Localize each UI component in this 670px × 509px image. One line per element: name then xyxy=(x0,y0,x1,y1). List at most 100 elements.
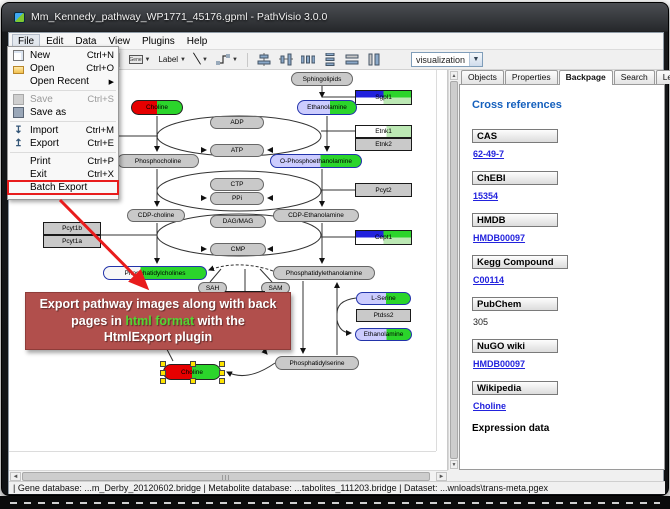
canvas-horizontal-scrollbar[interactable]: ◄ ► xyxy=(9,470,448,481)
node-phosphatidylserine[interactable]: Phosphatidylserine xyxy=(275,356,359,370)
xref-id-link[interactable]: HMDB00097 xyxy=(473,359,664,369)
xref-database-name: Kegg Compound xyxy=(472,255,568,269)
file-menu-item-save-as[interactable]: Save as xyxy=(8,106,118,119)
file-menu-item-print[interactable]: PrintCtrl+P xyxy=(8,155,118,168)
menu-item-shortcut: Ctrl+X xyxy=(87,169,114,180)
chevron-down-icon[interactable]: ▼ xyxy=(202,57,208,63)
gene-box-etnk1[interactable]: Etnk1 xyxy=(355,125,412,138)
file-menu-item-export[interactable]: ↥ExportCtrl+E xyxy=(8,137,118,150)
selection-handle[interactable] xyxy=(190,378,196,384)
selection-handle[interactable] xyxy=(190,361,196,367)
open-icon xyxy=(11,63,26,74)
node-label: L-Serine xyxy=(371,295,396,302)
node-choline-selected[interactable]: Choline xyxy=(163,364,221,380)
line-icon: ╲ xyxy=(193,54,200,65)
node-label: Pcyt2 xyxy=(375,187,391,194)
visualization-value: visualization xyxy=(416,55,465,65)
open-folder-icon xyxy=(13,66,24,74)
xref-section-hmdb: HMDBHMDB00097 xyxy=(472,213,664,243)
gene-box-pcyt1a[interactable]: Pcyt1a xyxy=(43,235,101,248)
node-sphingolipids[interactable]: Sphingolipids xyxy=(291,72,353,86)
vertical-scroll-thumb[interactable] xyxy=(450,81,458,459)
menu-separator xyxy=(10,152,116,153)
line-tool-button[interactable]: ╲▼ xyxy=(191,51,211,68)
align-center-horizontal-button[interactable] xyxy=(254,51,274,68)
xref-id-link[interactable]: HMDB00097 xyxy=(473,233,664,243)
node-ethanolamine-top[interactable]: Ethanolamine xyxy=(297,100,357,115)
selection-handle[interactable] xyxy=(219,378,225,384)
xref-id-link[interactable]: C00114 xyxy=(473,275,664,285)
title-bar[interactable]: Mm_Kennedy_pathway_WP1771_45176.gpml - P… xyxy=(2,3,668,31)
gene-box-cept1[interactable]: Cept1 xyxy=(355,230,412,245)
xref-id-link[interactable]: 62-49-7 xyxy=(473,149,664,159)
match-height-button[interactable] xyxy=(364,51,384,68)
node-phosphatidylethanolamine[interactable]: Phosphatidylethanolamine xyxy=(273,266,375,280)
label-tool-button[interactable]: Label▼ xyxy=(155,51,189,68)
node-dag-mag[interactable]: DAG/MAG xyxy=(210,215,266,228)
node-o-phosphoethanolamine[interactable]: O-Phosphoethanolamine xyxy=(270,154,362,168)
file-menu-item-new[interactable]: NewCtrl+N xyxy=(8,49,118,62)
file-menu-item-exit[interactable]: ExitCtrl+X xyxy=(8,168,118,181)
selection-handle[interactable] xyxy=(160,370,166,376)
selection-handle[interactable] xyxy=(160,378,166,384)
menubar-item-plugins[interactable]: Plugins xyxy=(136,34,181,49)
distribute-horizontal-button[interactable] xyxy=(298,51,318,68)
node-label: Ptdss2 xyxy=(374,312,394,319)
tab-objects[interactable]: Objects xyxy=(461,70,504,84)
distribute-vertical-button[interactable] xyxy=(320,51,340,68)
scroll-down-icon[interactable]: ▼ xyxy=(450,460,458,469)
scroll-left-icon[interactable]: ◄ xyxy=(10,472,21,481)
selection-handle[interactable] xyxy=(219,370,225,376)
selection-handle[interactable] xyxy=(160,361,166,367)
scroll-right-icon[interactable]: ► xyxy=(436,472,447,481)
node-phosphocholine[interactable]: Phosphocholine xyxy=(117,154,199,168)
chevron-down-icon[interactable]: ▼ xyxy=(180,57,186,63)
gene-datanode-tool-button[interactable]: Gene▼ xyxy=(126,51,154,68)
tab-search[interactable]: Search xyxy=(614,70,655,84)
gene-box-pcyt1b[interactable]: Pcyt1b xyxy=(43,222,101,235)
chevron-down-icon[interactable]: ▼ xyxy=(145,57,151,63)
canvas-vertical-scrollbar[interactable]: ▲ ▼ xyxy=(448,70,458,470)
node-label: Etnk1 xyxy=(375,128,392,135)
node-l-serine[interactable]: L-Serine xyxy=(356,292,411,305)
node-cmp[interactable]: CMP xyxy=(210,243,266,256)
match-width-button[interactable] xyxy=(342,51,362,68)
menu-item-label: Open Recent xyxy=(30,76,105,87)
node-label: Ethanolamine xyxy=(364,331,404,338)
node-cdp-choline[interactable]: CDP-choline xyxy=(127,209,185,222)
gene-box-pcyt2[interactable]: Pcyt2 xyxy=(355,183,412,197)
file-menu-item-open-recent[interactable]: Open Recent▶ xyxy=(8,75,118,88)
gene-box-sgpl1[interactable]: Sgpl1 xyxy=(355,90,412,105)
xref-id-link[interactable]: Choline xyxy=(473,401,664,411)
tab-legend[interactable]: Legend xyxy=(656,70,670,84)
gene-box-etnk2[interactable]: Etnk2 xyxy=(355,138,412,151)
file-menu-item-import[interactable]: ↧ImportCtrl+M xyxy=(8,124,118,137)
connector-tool-button[interactable]: ▼ xyxy=(213,51,241,68)
gene-box-ptdss2[interactable]: Ptdss2 xyxy=(356,309,411,322)
menubar-item-help[interactable]: Help xyxy=(181,34,214,49)
node-atp[interactable]: ATP xyxy=(210,144,264,157)
menu-item-spacer xyxy=(11,169,26,180)
node-choline-top[interactable]: Choline xyxy=(131,100,183,115)
menu-item-shortcut: Ctrl+N xyxy=(87,50,114,61)
tab-properties[interactable]: Properties xyxy=(505,70,558,84)
tab-backpage[interactable]: Backpage xyxy=(559,70,613,85)
node-ctp[interactable]: CTP xyxy=(210,178,264,191)
file-menu-item-open[interactable]: OpenCtrl+O xyxy=(8,62,118,75)
chevron-down-icon[interactable]: ▼ xyxy=(232,57,238,63)
file-menu-item-save[interactable]: SaveCtrl+S xyxy=(8,93,118,106)
node-cdp-ethanolamine[interactable]: CDP-Ethanolamine xyxy=(273,209,359,222)
node-label: ATP xyxy=(231,147,243,154)
selection-handle[interactable] xyxy=(219,361,225,367)
align-center-vertical-button[interactable] xyxy=(276,51,296,68)
horizontal-scroll-thumb[interactable] xyxy=(22,472,430,481)
node-ethanolamine-lower[interactable]: Ethanolamine xyxy=(355,328,412,341)
scroll-up-icon[interactable]: ▲ xyxy=(450,71,458,80)
node-ppi[interactable]: PPi xyxy=(210,192,264,205)
xref-id-link[interactable]: 15354 xyxy=(473,191,664,201)
file-menu-item-batch-export[interactable]: Batch Export xyxy=(8,181,118,194)
node-phosphatidylcholines[interactable]: Phosphatidylcholines xyxy=(103,266,207,280)
visualization-combobox[interactable]: visualization ▼ xyxy=(411,52,483,67)
visualization-dropdown-icon[interactable]: ▼ xyxy=(469,53,482,66)
node-adp[interactable]: ADP xyxy=(210,116,264,129)
